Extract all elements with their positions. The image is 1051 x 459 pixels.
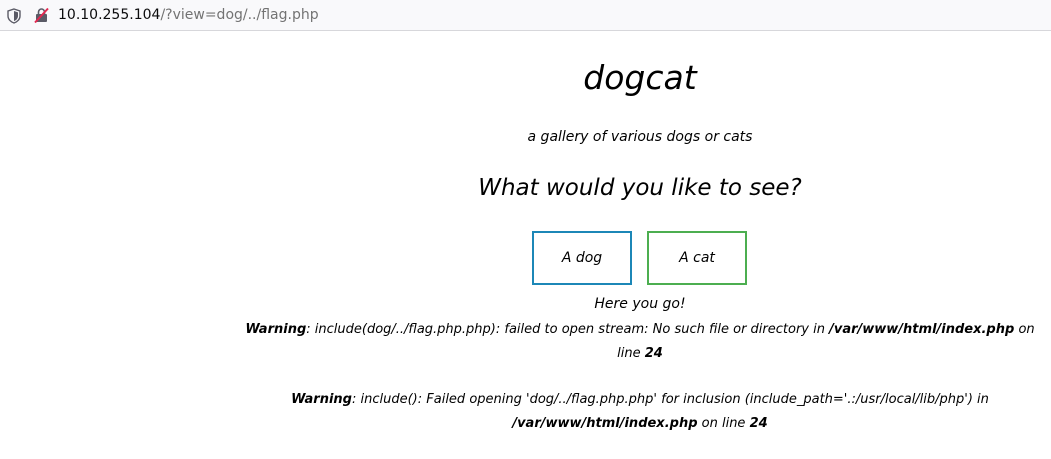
insecure-connection-icon[interactable] — [33, 7, 50, 24]
page-content: dogcat a gallery of various dogs or cats… — [0, 31, 1051, 459]
warning-path: /var/www/html/index.php — [829, 322, 1015, 337]
result-message: Here you go! — [594, 296, 686, 312]
warning-path: /var/www/html/index.php — [512, 416, 698, 431]
php-warning-1: Warning: include(dog/../flag.php.php): f… — [240, 318, 1040, 366]
warning-label: Warning — [245, 322, 307, 337]
page-tagline: a gallery of various dogs or cats — [527, 129, 753, 145]
page-question: What would you like to see? — [478, 175, 802, 201]
warning-text: : include(): Failed opening 'dog/../flag… — [352, 392, 989, 407]
warning-line: 24 — [644, 346, 663, 361]
url-path: /?view=dog/../flag.php — [160, 7, 319, 23]
warning-label: Warning — [291, 392, 352, 407]
php-warning-2: Warning: include(): Failed opening 'dog/… — [270, 388, 1010, 436]
warning-line: 24 — [749, 416, 768, 431]
url-bar[interactable]: 10.10.255.104/?view=dog/../flag.php — [0, 0, 1051, 31]
warning-on-line: on line — [697, 416, 750, 431]
dog-button-label: A dog — [561, 250, 603, 266]
cat-button-label: A cat — [679, 250, 715, 266]
warning-text: : include(dog/../flag.php.php): failed t… — [306, 322, 830, 337]
shield-icon[interactable] — [7, 8, 21, 24]
url-host: 10.10.255.104 — [58, 7, 161, 23]
url-text[interactable]: 10.10.255.104/?view=dog/../flag.php — [58, 6, 319, 24]
dog-button[interactable]: A dog — [532, 231, 632, 285]
cat-button[interactable]: A cat — [647, 231, 747, 285]
page-title: dogcat — [583, 58, 697, 97]
